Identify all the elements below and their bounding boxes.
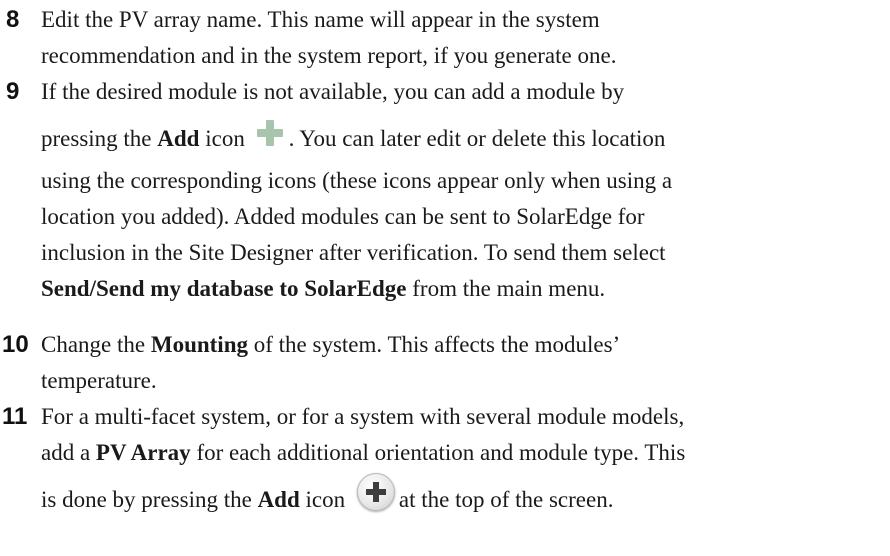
text-line: recommendation and in the system report,…: [41, 43, 617, 68]
text-run: is done by pressing the: [41, 487, 258, 512]
menu-path: Send/Send my database to SolarEdge: [41, 276, 407, 301]
step-number: 11: [2, 403, 28, 430]
step-number: 8: [6, 6, 20, 33]
text-run: at the top of the screen.: [398, 487, 614, 512]
text-line: using the corresponding icons (these ico…: [41, 168, 673, 193]
text-line: location you added). Added modules can b…: [41, 204, 645, 229]
text-line: For a multi-facet system, or for a syste…: [41, 404, 685, 429]
manual-page: 8 Edit the PV array name. This name will…: [0, 0, 890, 556]
mounting-label: Mounting: [150, 332, 248, 357]
add-circle-icon: [356, 473, 395, 511]
add-label: Add: [157, 126, 200, 151]
text-line: temperature.: [41, 368, 157, 393]
step-text: Change the Mounting of the system. This …: [41, 327, 883, 399]
plus-icon: [255, 118, 285, 148]
step-text: Edit the PV array name. This name will a…: [41, 2, 883, 74]
text-line: Edit the PV array name. This name will a…: [41, 7, 600, 32]
text-run: from the main menu.: [406, 276, 606, 301]
text-run: of the system. This affects the modules’: [248, 332, 621, 357]
text-line: add a PV Array for each additional orien…: [41, 435, 883, 471]
text-line: Send/Send my database to SolarEdge from …: [41, 271, 883, 307]
pv-array-label: PV Array: [95, 440, 191, 465]
step-text: For a multi-facet system, or for a syste…: [41, 399, 883, 524]
text-line: is done by pressing the Add icon at the …: [41, 471, 883, 524]
text-run: add a: [41, 440, 96, 465]
text-run: Change the: [41, 332, 151, 357]
step-text: If the desired module is not available, …: [41, 74, 883, 307]
add-label: Add: [257, 487, 300, 512]
text-line: If the desired module is not available, …: [41, 79, 625, 104]
text-run: . You can later edit or delete this loca…: [288, 126, 666, 151]
text-run: icon: [199, 126, 245, 151]
text-line: pressing the Add icon . You can later ed…: [41, 110, 883, 163]
text-run: pressing the: [41, 126, 158, 151]
text-run: icon: [299, 487, 346, 512]
step-number: 10: [2, 331, 29, 358]
text-run: for each additional orientation and modu…: [190, 440, 686, 465]
text-line: Change the Mounting of the system. This …: [41, 327, 883, 363]
text-line: inclusion in the Site Designer after ver…: [41, 240, 666, 265]
step-number: 9: [6, 78, 20, 105]
